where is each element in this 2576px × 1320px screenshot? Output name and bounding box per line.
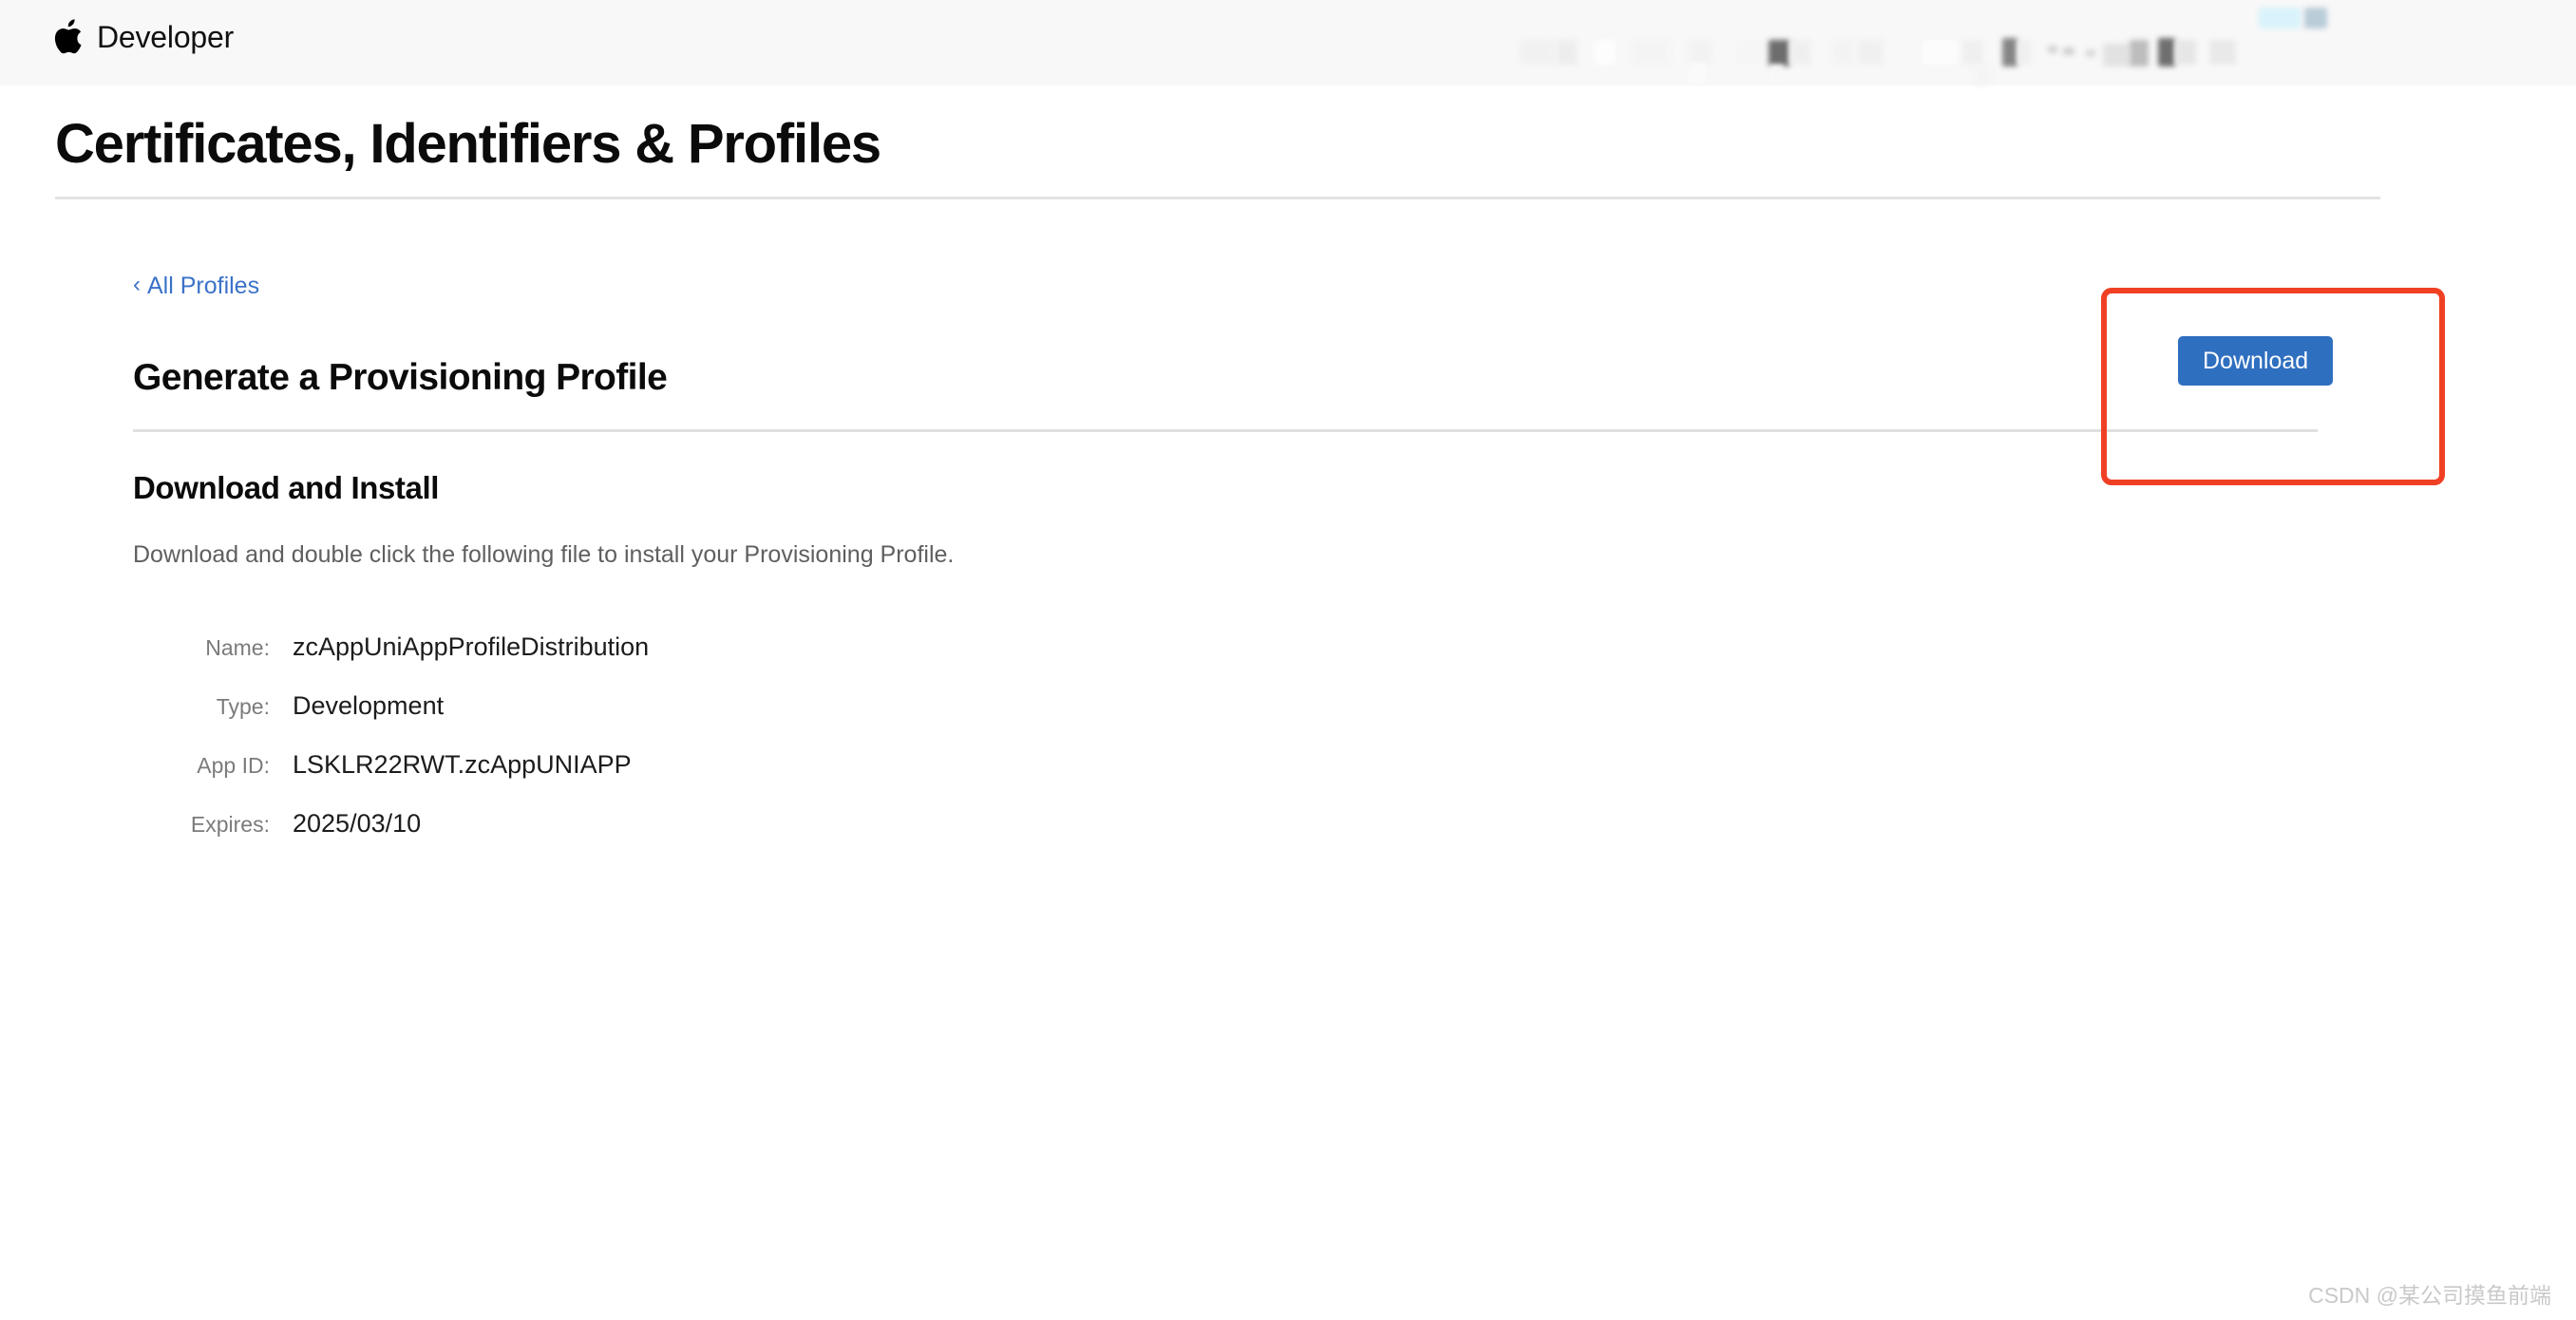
- watermark: CSDN @某公司摸鱼前端: [2308, 1283, 2551, 1308]
- detail-row-type: Type: Development: [133, 691, 1273, 750]
- download-install-section: Download and Install Download and double…: [133, 469, 1653, 570]
- detail-label: App ID:: [197, 753, 270, 778]
- subsection-description: Download and double click the following …: [133, 541, 955, 568]
- detail-row-expires: Expires: 2025/03/10: [133, 809, 1273, 868]
- detail-label: Expires:: [190, 812, 270, 837]
- detail-label: Name:: [205, 635, 270, 660]
- profile-details-list: Name: zcAppUniAppProfileDistribution Typ…: [133, 632, 1273, 868]
- detail-value: LSKLR22RWT.zcAppUNIAPP: [293, 750, 632, 779]
- nav-redacted-region: [1520, 8, 2375, 85]
- subsection-heading: Download and Install: [133, 470, 440, 505]
- detail-value: 2025/03/10: [293, 809, 422, 838]
- brand-name-label: Developer: [97, 19, 235, 54]
- detail-value: zcAppUniAppProfileDistribution: [293, 632, 650, 661]
- apple-logo-icon: [49, 16, 84, 58]
- chevron-left-icon: ‹: [133, 272, 141, 297]
- brand-logo-group[interactable]: Developer: [49, 8, 234, 66]
- breadcrumb-label: All Profiles: [147, 273, 260, 299]
- global-header: Developer: [0, 0, 2576, 85]
- page-title: Certificates, Identifiers & Profiles: [55, 113, 881, 175]
- section-heading: Generate a Provisioning Profile: [133, 357, 668, 399]
- download-button[interactable]: Download: [2178, 336, 2334, 386]
- breadcrumb-all-profiles-link[interactable]: ‹ All Profiles: [133, 272, 259, 300]
- title-divider: [55, 197, 2380, 199]
- detail-label: Type:: [216, 694, 270, 719]
- section-divider: [133, 429, 2318, 432]
- detail-row-app-id: App ID: LSKLR22RWT.zcAppUNIAPP: [133, 750, 1273, 809]
- detail-row-name: Name: zcAppUniAppProfileDistribution: [133, 632, 1273, 691]
- detail-value: Development: [293, 691, 445, 720]
- red-annotation-box: [2101, 288, 2445, 485]
